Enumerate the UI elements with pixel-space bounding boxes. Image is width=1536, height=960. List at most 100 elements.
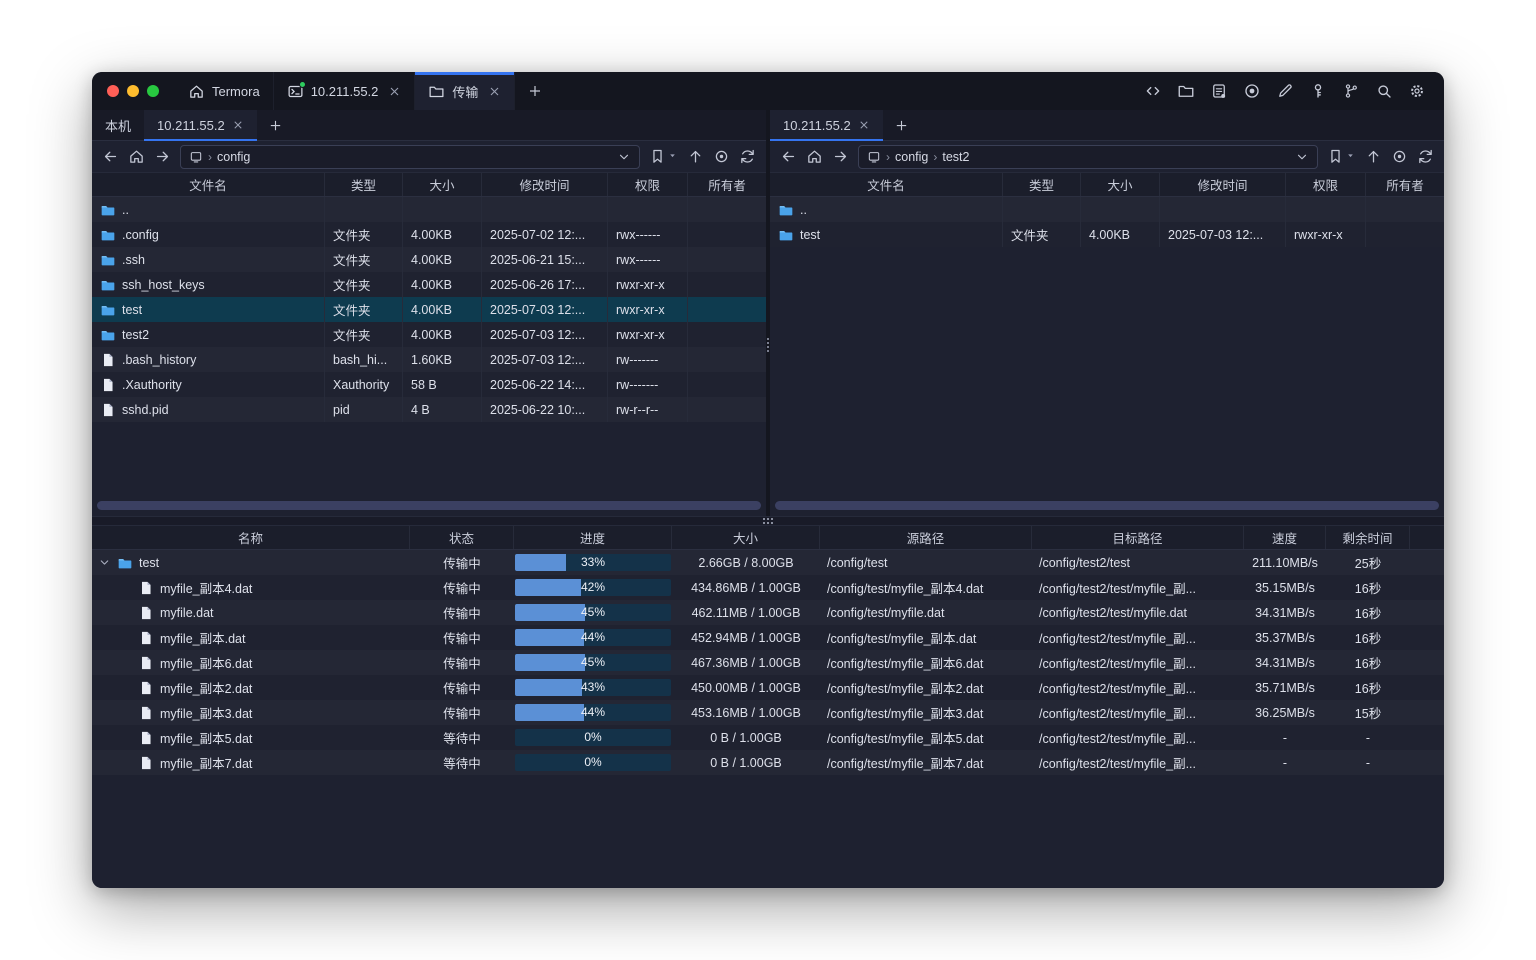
new-tab-button[interactable]: [515, 72, 555, 110]
file-row[interactable]: test 文件夹 4.00KB 2025-07-03 12:... rwxr-x…: [770, 222, 1444, 247]
path-dropdown-button[interactable]: [1295, 150, 1309, 164]
transfer-row[interactable]: myfile_副本6.dat 传输中 45% 467.36MB / 1.00GB…: [92, 650, 1444, 675]
progress-bar: 0%: [515, 754, 671, 771]
bookmark-button[interactable]: [649, 148, 678, 165]
column-header[interactable]: 修改时间: [482, 173, 608, 196]
minimize-window-button[interactable]: [127, 85, 139, 97]
panel-tab-10.211.55.2[interactable]: 10.211.55.2: [144, 110, 257, 140]
bookmark-caret[interactable]: [1345, 150, 1356, 164]
transfer-row[interactable]: test 传输中 33% 2.66GB / 8.00GB /config/tes…: [92, 550, 1444, 575]
show-hidden-button[interactable]: [713, 148, 730, 165]
eye-icon: [1391, 148, 1408, 165]
refresh-button[interactable]: [739, 148, 756, 165]
file-row[interactable]: ..: [770, 197, 1444, 222]
record-button[interactable]: [1240, 79, 1264, 103]
column-header[interactable]: 权限: [608, 173, 688, 196]
column-header[interactable]: 速度: [1244, 526, 1326, 549]
close-tab-button[interactable]: [488, 85, 501, 98]
column-header[interactable]: 文件名: [770, 173, 1003, 196]
transfer-row[interactable]: myfile_副本2.dat 传输中 43% 450.00MB / 1.00GB…: [92, 675, 1444, 700]
transfer-splitter[interactable]: [92, 516, 1444, 526]
back-button[interactable]: [780, 148, 797, 165]
column-header[interactable]: 名称: [92, 526, 410, 549]
titlebar-tab-transfer[interactable]: 传输: [415, 72, 515, 110]
transfer-row[interactable]: myfile_副本5.dat 等待中 0% 0 B / 1.00GB /conf…: [92, 725, 1444, 750]
file-row[interactable]: .Xauthority Xauthority 58 B 2025-06-22 1…: [92, 372, 766, 397]
file-row[interactable]: sshd.pid pid 4 B 2025-06-22 10:... rw-r-…: [92, 397, 766, 422]
bookmark-button[interactable]: [1327, 148, 1356, 165]
branch-button[interactable]: [1339, 79, 1363, 103]
titlebar-tab-termora[interactable]: Termora: [175, 72, 274, 110]
column-header[interactable]: 修改时间: [1160, 173, 1286, 196]
panel-tab-本机[interactable]: 本机: [92, 110, 144, 140]
column-header[interactable]: 所有者: [1366, 173, 1444, 196]
path-breadcrumb[interactable]: › config: [180, 145, 640, 169]
home-button[interactable]: [806, 148, 823, 165]
column-header[interactable]: 所有者: [688, 173, 766, 196]
forward-button[interactable]: [832, 148, 849, 165]
horizontal-scrollbar[interactable]: [775, 501, 1439, 510]
column-header[interactable]: 进度: [514, 526, 672, 549]
breadcrumb-segment[interactable]: test2: [942, 150, 969, 164]
file-row[interactable]: .bash_history bash_hi... 1.60KB 2025-07-…: [92, 347, 766, 372]
file-row[interactable]: .config 文件夹 4.00KB 2025-07-02 12:... rwx…: [92, 222, 766, 247]
column-header[interactable]: 类型: [325, 173, 403, 196]
column-header[interactable]: 剩余时间: [1326, 526, 1410, 549]
file-row[interactable]: .ssh 文件夹 4.00KB 2025-06-21 15:... rwx---…: [92, 247, 766, 272]
show-hidden-button[interactable]: [1391, 148, 1408, 165]
close-tab-button[interactable]: [232, 119, 244, 131]
column-header[interactable]: 文件名: [92, 173, 325, 196]
transfer-size: 434.86MB / 1.00GB: [672, 581, 820, 595]
close-tab-button[interactable]: [388, 85, 401, 98]
column-header[interactable]: 目标路径: [1032, 526, 1244, 549]
breadcrumb-segment[interactable]: config: [895, 150, 928, 164]
folder-icon: [100, 202, 116, 218]
home-button[interactable]: [128, 148, 145, 165]
transfer-row[interactable]: myfile_副本3.dat 传输中 44% 453.16MB / 1.00GB…: [92, 700, 1444, 725]
breadcrumb-segment[interactable]: config: [217, 150, 250, 164]
column-header[interactable]: 源路径: [820, 526, 1032, 549]
key-button[interactable]: [1306, 79, 1330, 103]
gear-button[interactable]: [1405, 79, 1429, 103]
panel-tab-10.211.55.2[interactable]: 10.211.55.2: [770, 110, 883, 140]
parent-directory-button[interactable]: [1365, 148, 1382, 165]
column-header[interactable]: 大小: [672, 526, 820, 549]
new-panel-tab-button[interactable]: [883, 110, 920, 140]
horizontal-scrollbar[interactable]: [97, 501, 761, 510]
back-button[interactable]: [102, 148, 119, 165]
parent-directory-button[interactable]: [687, 148, 704, 165]
zoom-window-button[interactable]: [147, 85, 159, 97]
file-row[interactable]: ssh_host_keys 文件夹 4.00KB 2025-06-26 17:.…: [92, 272, 766, 297]
transfer-row[interactable]: myfile_副本.dat 传输中 44% 452.94MB / 1.00GB …: [92, 625, 1444, 650]
transfer-row[interactable]: myfile_副本4.dat 传输中 42% 434.86MB / 1.00GB…: [92, 575, 1444, 600]
transfer-row[interactable]: myfile.dat 传输中 45% 462.11MB / 1.00GB /co…: [92, 600, 1444, 625]
file-perm-cell: rwxr-xr-x: [1286, 222, 1366, 247]
close-tab-button[interactable]: [858, 119, 870, 131]
column-header[interactable]: 大小: [1081, 173, 1160, 196]
transfer-row[interactable]: myfile_副本7.dat 等待中 0% 0 B / 1.00GB /conf…: [92, 750, 1444, 775]
pencil-button[interactable]: [1273, 79, 1297, 103]
column-header[interactable]: 权限: [1286, 173, 1366, 196]
file-row[interactable]: ..: [92, 197, 766, 222]
transfer-name-cell: myfile_副本2.dat: [92, 678, 410, 697]
refresh-button[interactable]: [1417, 148, 1434, 165]
collapse-button[interactable]: [98, 556, 111, 569]
file-row[interactable]: test 文件夹 4.00KB 2025-07-03 12:... rwxr-x…: [92, 297, 766, 322]
file-type-cell: 文件夹: [325, 297, 403, 322]
bookmark-caret[interactable]: [667, 150, 678, 164]
code-button[interactable]: [1141, 79, 1165, 103]
folder-o-button[interactable]: [1174, 79, 1198, 103]
search-button[interactable]: [1372, 79, 1396, 103]
log-button[interactable]: [1207, 79, 1231, 103]
column-header[interactable]: 大小: [403, 173, 482, 196]
titlebar-tab-host[interactable]: 10.211.55.2: [274, 72, 416, 110]
transfer-target-path: /config/test2/test/myfile_副...: [1032, 703, 1244, 722]
close-window-button[interactable]: [107, 85, 119, 97]
column-header[interactable]: 类型: [1003, 173, 1081, 196]
new-panel-tab-button[interactable]: [257, 110, 294, 140]
file-row[interactable]: test2 文件夹 4.00KB 2025-07-03 12:... rwxr-…: [92, 322, 766, 347]
forward-button[interactable]: [154, 148, 171, 165]
path-dropdown-button[interactable]: [617, 150, 631, 164]
column-header[interactable]: 状态: [410, 526, 514, 549]
path-breadcrumb[interactable]: › config › test2: [858, 145, 1318, 169]
